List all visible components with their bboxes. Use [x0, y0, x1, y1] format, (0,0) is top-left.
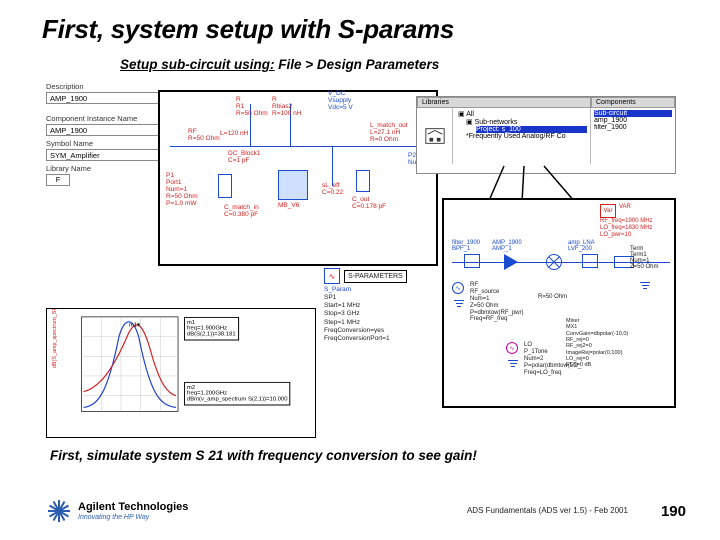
- slide-footer: Agilent Technologies Innovating the HP W…: [46, 490, 686, 532]
- s21-plot: m1▾ dB(S_amp_spectrum_SP1) m1 freq=1.900…: [46, 308, 316, 438]
- sparam-controller: ∿ S-PARAMETERS S_Param SP1 Start=1 MHz S…: [324, 268, 442, 378]
- rf-source-icon: ∿: [452, 282, 464, 294]
- brand-name: Agilent Technologies: [78, 501, 188, 513]
- sparam-lines: SP1 Start=1 MHz Stop=3 GHz Step=1 MHz Fr…: [324, 294, 390, 342]
- lmatchout-label: L_match_out L=27.1 nH R=0 Ohm: [370, 122, 408, 143]
- library-list[interactable]: ▣ All ▣ Sub-networks Project: s_100 *Fre…: [453, 108, 591, 164]
- slide-subtitle: Setup sub-circuit using: File > Design P…: [0, 57, 720, 72]
- vdc-label: V_DC Vsupply Vdc=5 V: [328, 90, 353, 111]
- sparam-name: S_Param: [324, 286, 351, 293]
- lo-source-label: LO P_1Tone Num=2 P=polar(dbmtow(LO_ Freq…: [524, 342, 581, 376]
- component-list[interactable]: Sub-circuit amp_1900 filter_1900: [591, 108, 675, 164]
- lib-header: Libraries: [417, 97, 591, 108]
- p1-label: P1 Port1 Num=1 R=50 Ohm P=1.0 mW: [166, 172, 198, 207]
- cout-label: C_out C=0.178 pF: [352, 196, 386, 210]
- rf-label: RF R=50 Ohm: [188, 128, 220, 142]
- marker-m2: m2 freq=1.200GHz dBm(v_amp_spectrum S(2,…: [184, 382, 291, 406]
- dcblock-label: DC_Block1 C=1 pF: [228, 150, 261, 164]
- page-number: 190: [661, 503, 686, 520]
- r1-label: R R1 R=50 Ohm: [236, 96, 268, 117]
- l120-label: L=120 nH: [220, 130, 248, 137]
- plot-ylabel: dB(S_amp_spectrum_SP1): [52, 309, 58, 368]
- component-browser: Libraries Components ▣ All ▣ Sub-network…: [416, 96, 676, 174]
- subcircuit-schematic: R R1 R=50 Ohm R Rbias2 R=100 nH V_DC Vsu…: [158, 90, 438, 266]
- lo-source-icon: ∿: [506, 342, 518, 354]
- rbias2-label: R Rbias2 R=100 nH: [272, 96, 301, 117]
- comp-amp1900[interactable]: amp_1900: [594, 117, 672, 124]
- mixer-icon: [546, 254, 562, 270]
- svg-text:m1▾: m1▾: [129, 323, 140, 329]
- rf-source-label: RF RF_source Num=1 Z=50 Ohm P=dbmtow(RF_…: [470, 282, 524, 323]
- amp-label: AMP_1900 AMP_1: [492, 240, 522, 252]
- subtitle-lead: Setup sub-circuit using:: [120, 57, 275, 72]
- sparam-icon: ∿: [324, 268, 340, 284]
- amp2-label: amp_LNA LVF_200: [568, 240, 595, 252]
- slide-title: First, system setup with S-params: [0, 0, 720, 51]
- comp-header: Components: [591, 97, 675, 108]
- subtitle-path: File > Design Parameters: [278, 57, 439, 72]
- marker-m1: m1 freq=1.900GHz dB(S(2,1))=38.181: [184, 317, 239, 341]
- sparam-header: S-PARAMETERS: [344, 270, 407, 283]
- var-lines: RF_freq=1900 MHz LO_freq=1830 MHz LO_pwr…: [600, 218, 653, 240]
- var-header: VAR: [619, 204, 631, 218]
- comp-subcircuit[interactable]: Sub-circuit: [594, 110, 672, 117]
- lib-field[interactable]: F: [46, 174, 70, 186]
- sleff-label: sL_eff C=0.22: [322, 182, 343, 196]
- system-schematic: Var VAR RF_freq=1900 MHz LO_freq=1830 MH…: [442, 198, 676, 408]
- rload-label: R=50 Ohm: [538, 294, 567, 300]
- selected-project[interactable]: Project: s_100: [476, 126, 587, 133]
- comp-filter1900[interactable]: filter_1900: [594, 124, 672, 131]
- mbv6-label: MB_V6: [278, 202, 299, 209]
- var-icon: Var: [600, 204, 616, 218]
- cmatchin-label: C_match_in C=0.380 pF: [224, 204, 259, 218]
- conclusion-text: First, simulate system S 21 with frequen…: [50, 448, 678, 463]
- browser-icon[interactable]: [417, 108, 453, 164]
- footer-meta: ADS Fundamentals (ADS ver 1.5) - Feb 200…: [467, 506, 647, 516]
- term-label: Term Term1 Num=1 Z=50 Ohm: [630, 246, 659, 270]
- agilent-logo-icon: [46, 498, 72, 524]
- filter-label: filter_1900 BPF_1: [452, 240, 480, 252]
- brand-tagline: Innovating the HP Way: [78, 514, 188, 521]
